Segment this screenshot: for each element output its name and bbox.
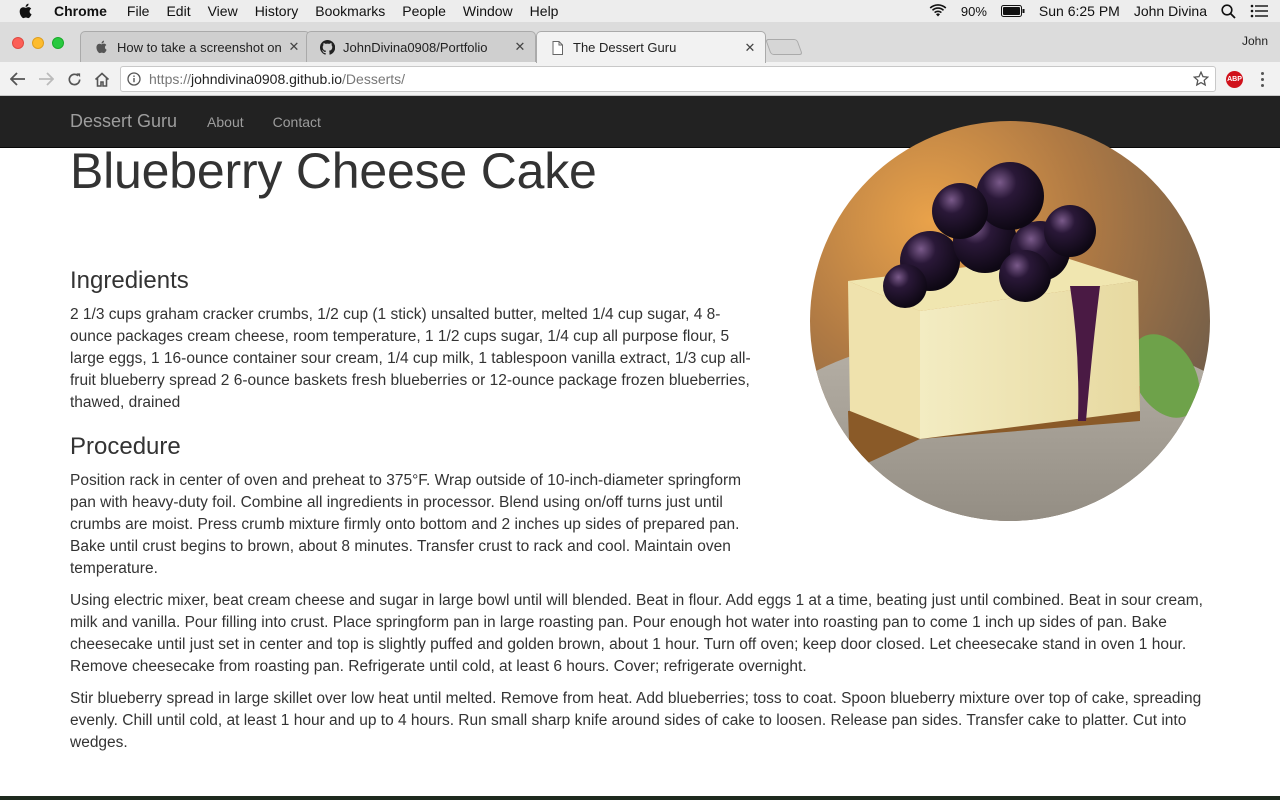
spotlight-search-icon[interactable] (1221, 3, 1236, 19)
forward-arrow-icon[interactable] (36, 69, 56, 89)
tab-title: How to take a screenshot on y (117, 39, 283, 55)
adblock-extension-icon[interactable]: ABP (1226, 71, 1243, 88)
tab-close-icon[interactable]: ✕ (287, 39, 301, 55)
tab-close-icon[interactable]: ✕ (513, 39, 527, 55)
menubar-user-name[interactable]: John Divina (1134, 3, 1207, 19)
macos-menu-bar: Chrome File Edit View History Bookmarks … (0, 0, 1280, 22)
url-host: johndivina0908.github.io (191, 71, 343, 87)
window-minimize-button[interactable] (32, 37, 44, 49)
clock[interactable]: Sun 6:25 PM (1039, 3, 1120, 19)
menu-view[interactable]: View (208, 3, 238, 19)
url-path: /Desserts/ (342, 71, 406, 87)
procedure-heading: Procedure (70, 433, 181, 460)
new-tab-button[interactable] (765, 39, 803, 55)
site-info-icon[interactable] (127, 71, 143, 87)
ingredients-text: 2 1/3 cups graham cracker crumbs, 1/2 cu… (70, 306, 751, 411)
chrome-menu-icon[interactable] (1256, 69, 1268, 89)
address-bar[interactable]: https://johndivina0908.github.io/Dessert… (120, 66, 1216, 92)
battery-percent: 90% (960, 3, 987, 19)
page-icon (549, 40, 565, 56)
window-close-button[interactable] (12, 37, 24, 49)
navbar-brand[interactable]: Dessert Guru (70, 111, 177, 132)
tab-title: JohnDivina0908/Portfolio (343, 39, 488, 55)
recipe-title: Blueberry Cheese Cake (70, 143, 597, 199)
nav-link-about[interactable]: About (207, 114, 244, 130)
menu-window[interactable]: Window (463, 3, 513, 19)
menu-help[interactable]: Help (530, 3, 559, 19)
github-icon (319, 39, 335, 55)
notification-center-icon[interactable] (1250, 4, 1268, 18)
ingredients-heading: Ingredients (70, 267, 189, 294)
tab-dessert-guru[interactable]: The Dessert Guru ✕ (536, 31, 766, 63)
reload-icon[interactable] (64, 69, 84, 89)
menu-edit[interactable]: Edit (166, 3, 190, 19)
profile-button[interactable]: John (1242, 34, 1268, 48)
menu-bookmarks[interactable]: Bookmarks (315, 3, 385, 19)
tab-strip: How to take a screenshot on y ✕ JohnDivi… (0, 22, 1280, 63)
tab-title: The Dessert Guru (573, 40, 677, 55)
web-page: Dessert Guru About Contact Blueberry Che… (0, 96, 1280, 796)
bookmark-star-icon[interactable] (1192, 70, 1210, 90)
battery-icon[interactable] (1000, 5, 1025, 17)
menu-app-chrome[interactable]: Chrome (54, 3, 107, 19)
procedure-step-3: Stir blueberry spread in large skillet o… (70, 690, 1202, 751)
apple-icon (93, 39, 109, 55)
home-icon[interactable] (92, 69, 112, 89)
menu-history[interactable]: History (255, 3, 299, 19)
menu-people[interactable]: People (402, 3, 446, 19)
tab-close-icon[interactable]: ✕ (743, 40, 757, 56)
desktop-edge (0, 796, 1280, 800)
window-maximize-button[interactable] (52, 37, 64, 49)
url-scheme: https:// (149, 71, 192, 87)
menu-file[interactable]: File (127, 3, 150, 19)
tab-screenshot-howto[interactable]: How to take a screenshot on y ✕ (80, 31, 310, 62)
procedure-step-1: Position rack in center of oven and preh… (70, 472, 742, 577)
nav-link-contact[interactable]: Contact (273, 114, 321, 130)
back-arrow-icon[interactable] (8, 69, 28, 89)
procedure-step-2: Using electric mixer, beat cream cheese … (70, 592, 1203, 675)
wifi-icon[interactable] (929, 4, 947, 18)
cheesecake-photo (810, 121, 1210, 521)
apple-menu-icon[interactable] (18, 3, 40, 19)
browser-toolbar: https://johndivina0908.github.io/Dessert… (0, 62, 1280, 96)
tab-github-portfolio[interactable]: JohnDivina0908/Portfolio ✕ (306, 31, 536, 62)
